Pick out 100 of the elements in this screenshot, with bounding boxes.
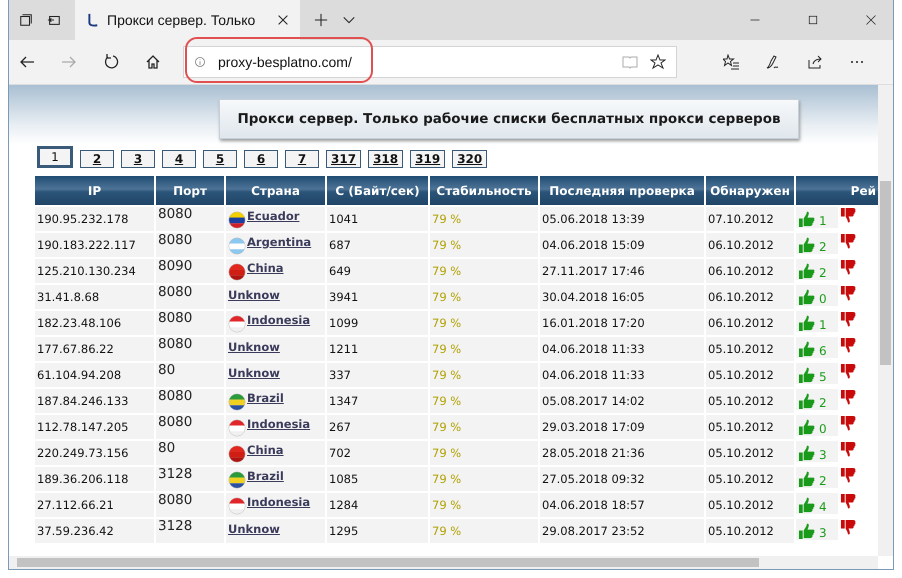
- page-link[interactable]: 7: [285, 150, 319, 168]
- page-link[interactable]: 5: [203, 150, 237, 168]
- vote-count: 5: [819, 370, 827, 384]
- ip-cell: 31.41.8.68: [35, 285, 154, 309]
- page-link[interactable]: 6: [244, 150, 278, 168]
- port-cell: 8080: [156, 311, 224, 335]
- close-icon[interactable]: [865, 14, 877, 26]
- found-date-cell: 06.10.2012: [706, 233, 794, 257]
- found-date-cell: 05.10.2012: [706, 363, 794, 387]
- last-check-cell: 04.06.2018 18:57: [540, 493, 704, 517]
- thumbs-down-icon[interactable]: [840, 467, 857, 484]
- thumbs-down-icon[interactable]: [840, 285, 857, 302]
- vote-count: 3: [819, 526, 827, 540]
- stability-cell: 79 %: [430, 285, 538, 309]
- page-title-banner: Прокси сервер. Только рабочие списки бесплатных прокси серверов: [219, 99, 799, 139]
- found-date-cell: 05.10.2012: [706, 467, 794, 491]
- thumbs-up-icon[interactable]: [798, 445, 815, 462]
- column-header: IP: [35, 176, 154, 205]
- info-icon[interactable]: [194, 56, 206, 68]
- thumbs-up-icon[interactable]: [798, 393, 815, 410]
- thumbs-up-icon[interactable]: [798, 263, 815, 280]
- port-cell: 3128: [156, 467, 224, 491]
- speed-cell: 1295: [327, 519, 428, 543]
- speed-cell: 1211: [327, 337, 428, 361]
- thumbs-down-icon[interactable]: [840, 233, 857, 250]
- thumbs-up-icon[interactable]: [798, 315, 815, 332]
- page-link[interactable]: 1: [37, 146, 73, 168]
- thumbs-down-icon[interactable]: [840, 207, 857, 224]
- thumbs-up-icon[interactable]: [798, 471, 815, 488]
- speed-cell: 1085: [327, 467, 428, 491]
- page-link[interactable]: 320: [452, 150, 488, 168]
- share-icon[interactable]: [807, 54, 823, 70]
- ip-cell: 190.183.222.117: [35, 233, 154, 257]
- stability-cell: 79 %: [430, 415, 538, 439]
- last-check-cell: 27.05.2018 09:32: [540, 467, 704, 491]
- thumbs-down-icon[interactable]: [840, 415, 857, 432]
- thumbs-down-icon[interactable]: [840, 441, 857, 458]
- tabs-icon[interactable]: [19, 13, 33, 27]
- horizontal-scrollbar[interactable]: [9, 556, 878, 569]
- thumbs-up-icon[interactable]: [798, 367, 815, 384]
- flag-icon: [228, 393, 246, 412]
- column-header: Страна: [226, 176, 325, 205]
- last-check-cell: 04.06.2018 11:33: [540, 337, 704, 361]
- ip-cell: 190.95.232.178: [35, 207, 154, 231]
- page-link[interactable]: 317: [326, 150, 362, 168]
- last-check-cell: 04.06.2018 11:33: [540, 363, 704, 387]
- thumbs-up-icon[interactable]: [798, 341, 815, 358]
- thumbs-up-icon[interactable]: [798, 523, 815, 540]
- url-text: proxy-besplatno.com/: [218, 54, 352, 70]
- maximize-icon[interactable]: [807, 14, 819, 26]
- thumbs-down-icon[interactable]: [840, 363, 857, 380]
- speed-cell: 3941: [327, 285, 428, 309]
- found-date-cell: 06.10.2012: [706, 259, 794, 283]
- speed-cell: 1099: [327, 311, 428, 335]
- page-link[interactable]: 4: [162, 150, 196, 168]
- thumbs-down-icon[interactable]: [840, 337, 857, 354]
- thumbs-up-icon[interactable]: [798, 289, 815, 306]
- close-tab-icon[interactable]: [276, 13, 290, 27]
- vertical-scrollbar[interactable]: [878, 85, 893, 556]
- thumbs-down-icon[interactable]: [840, 311, 857, 328]
- page-link[interactable]: 3: [121, 150, 155, 168]
- thumbs-up-icon[interactable]: [798, 419, 815, 436]
- thumbs-down-icon[interactable]: [840, 493, 857, 510]
- thumbs-up-icon[interactable]: [798, 497, 815, 514]
- browser-tab[interactable]: Прокси сервер. Только: [75, 0, 300, 40]
- vote-count: 3: [819, 448, 827, 462]
- vote-count: 2: [819, 240, 827, 254]
- stability-cell: 79 %: [430, 389, 538, 413]
- thumbs-down-icon[interactable]: [840, 389, 857, 406]
- thumbs-down-icon[interactable]: [840, 519, 857, 536]
- port-cell: 8080: [156, 285, 224, 309]
- speed-cell: 702: [327, 441, 428, 465]
- thumbs-up-icon[interactable]: [798, 211, 815, 228]
- star-icon[interactable]: [650, 54, 666, 70]
- thumbs-up-icon[interactable]: [798, 237, 815, 254]
- address-bar[interactable]: proxy-besplatno.com/: [183, 46, 677, 78]
- refresh-icon[interactable]: [103, 54, 119, 70]
- page-link[interactable]: 319: [410, 150, 446, 168]
- flag-icon: [228, 445, 246, 464]
- ip-cell: 177.67.86.22: [35, 337, 154, 361]
- pen-icon[interactable]: [765, 54, 781, 70]
- page-link[interactable]: 318: [368, 150, 404, 168]
- ip-cell: 27.112.66.21: [35, 493, 154, 517]
- ip-cell: 125.210.130.234: [35, 259, 154, 283]
- vote-count: 1: [819, 214, 827, 228]
- last-check-cell: 27.11.2017 17:46: [540, 259, 704, 283]
- favorites-list-icon[interactable]: [723, 54, 739, 70]
- back-arrow-icon[interactable]: [19, 54, 35, 70]
- stability-cell: 79 %: [430, 233, 538, 257]
- last-check-cell: 04.06.2018 15:09: [540, 233, 704, 257]
- page-link[interactable]: 2: [80, 150, 114, 168]
- ip-cell: 182.23.48.106: [35, 311, 154, 335]
- port-cell: 3128: [156, 519, 224, 543]
- home-icon[interactable]: [145, 54, 161, 70]
- found-date-cell: 05.10.2012: [706, 337, 794, 361]
- vote-count: 0: [819, 422, 827, 436]
- new-tab-icon[interactable]: [314, 13, 328, 27]
- set-aside-tabs-icon[interactable]: [47, 13, 61, 27]
- thumbs-down-icon[interactable]: [840, 259, 857, 276]
- ip-cell: 61.104.94.208: [35, 363, 154, 387]
